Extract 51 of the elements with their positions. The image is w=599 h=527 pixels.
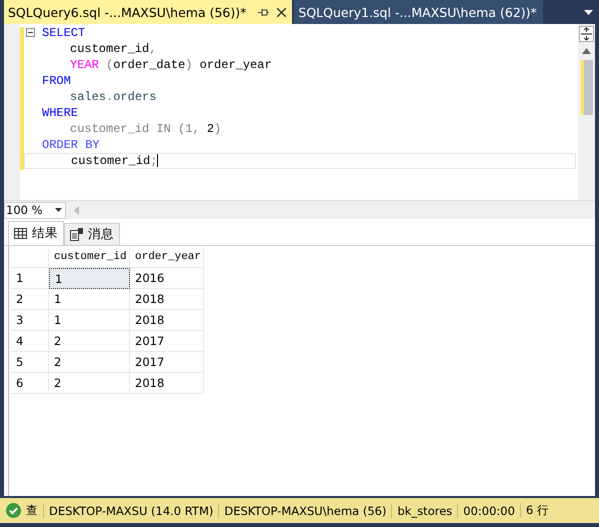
results-tab[interactable]: 结果: [8, 221, 64, 245]
code-line: sales.orders: [69, 90, 156, 104]
table-cell[interactable]: 1: [49, 289, 130, 310]
code-line: customer_id;: [70, 154, 158, 168]
scrollbar-thumb[interactable]: [580, 60, 592, 115]
table-cell[interactable]: 2: [49, 373, 130, 394]
status-text: bk_stores: [391, 504, 458, 518]
close-icon[interactable]: [277, 8, 286, 16]
code-line: customer_id,: [69, 42, 156, 56]
table-cell[interactable]: 2: [49, 331, 130, 352]
table-cell[interactable]: 2018: [130, 310, 204, 331]
table-cell[interactable]: 2017: [130, 352, 204, 373]
row-number[interactable]: 4: [11, 331, 49, 352]
document-tab[interactable]: SQLQuery1.sql -...MAXSU\hema (62))*: [294, 0, 543, 24]
status-text: DESKTOP-MAXSU\hema (56): [218, 504, 392, 518]
code-line: customer_id IN (1, 2): [69, 122, 222, 136]
status-text: 00:00:00: [457, 504, 520, 518]
row-number[interactable]: 6: [11, 373, 49, 394]
code-line: ORDER BY: [41, 138, 100, 152]
dropdown-icon[interactable]: [584, 10, 593, 14]
query-status: 查: [26, 503, 38, 518]
code-line: FROM: [41, 74, 71, 88]
code-line: SELECT: [41, 26, 86, 40]
table-cell[interactable]: 2018: [130, 373, 204, 394]
row-number[interactable]: 3: [11, 310, 49, 331]
column-header[interactable]: order_year: [130, 247, 204, 268]
pin-icon[interactable]: [258, 8, 270, 16]
status-text: DESKTOP-MAXSU (14.0 RTM): [43, 504, 218, 518]
corner-cell: [11, 247, 49, 268]
document-icon: [70, 228, 83, 241]
row-number[interactable]: 2: [11, 289, 49, 310]
code-line: WHERE: [41, 106, 78, 120]
results-tab[interactable]: 消息: [64, 223, 120, 245]
table-cell[interactable]: 2017: [130, 331, 204, 352]
text-cursor: [157, 154, 158, 168]
collapse-icon[interactable]: [26, 28, 35, 37]
table-cell[interactable]: 1: [49, 310, 130, 331]
split-icon[interactable]: [579, 26, 594, 42]
zoom-dropdown[interactable]: 100 %: [4, 202, 66, 218]
caret-icon: [55, 208, 62, 212]
row-number[interactable]: 5: [11, 352, 49, 373]
scroll-up-icon[interactable]: [582, 48, 591, 54]
code-line: YEAR (order_date) order_year: [69, 58, 272, 72]
table-cell[interactable]: 1: [49, 268, 130, 289]
table-cell[interactable]: 2018: [130, 289, 204, 310]
status-text: 6 行: [520, 503, 554, 518]
table-cell[interactable]: 2: [49, 352, 130, 373]
grid-icon: [14, 228, 27, 239]
code-editor[interactable]: SELECT customer_id, YEAR (order_date) order_year FROM sales.orders WHERE customer_id IN (1, 2) ORDER BY customer_id;: [4, 24, 595, 200]
document-tab[interactable]: SQLQuery6.sql -...MAXSU\hema (56))*: [4, 0, 292, 24]
table-cell[interactable]: 2016: [130, 268, 204, 289]
